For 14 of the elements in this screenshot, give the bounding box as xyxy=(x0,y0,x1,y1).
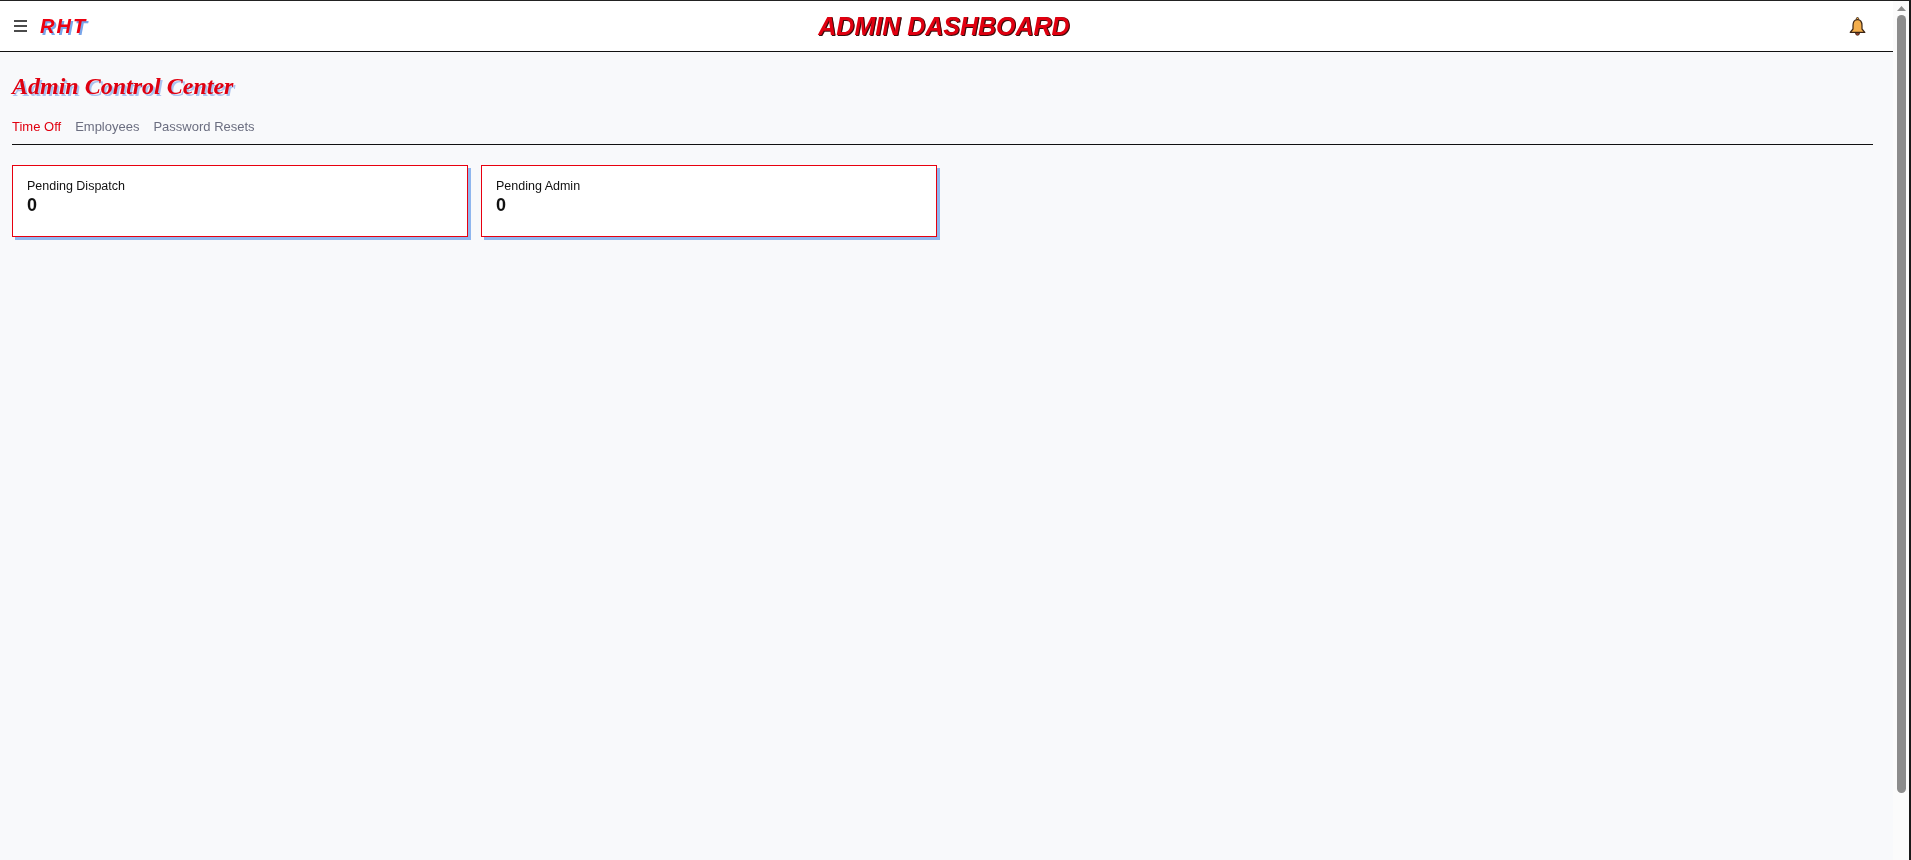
dashboard-title: ADMIN DASHBOARD xyxy=(817,11,1070,41)
page-title: Admin Control Center xyxy=(12,72,235,100)
logo: RHT xyxy=(40,15,88,37)
scroll-up-icon[interactable] xyxy=(1896,6,1906,11)
menu-icon[interactable] xyxy=(14,20,27,32)
bell-icon[interactable] xyxy=(1849,16,1866,36)
scrollbar-thumb[interactable] xyxy=(1896,15,1906,793)
card-label: Pending Admin xyxy=(496,179,582,194)
tab[interactable]: Time Off xyxy=(12,118,62,136)
tab[interactable]: Employees xyxy=(75,118,140,136)
tab[interactable]: Password Resets xyxy=(153,118,255,136)
card-label: Pending Dispatch xyxy=(27,179,126,194)
card-value: 0 xyxy=(496,194,507,217)
card-value: 0 xyxy=(27,194,38,217)
